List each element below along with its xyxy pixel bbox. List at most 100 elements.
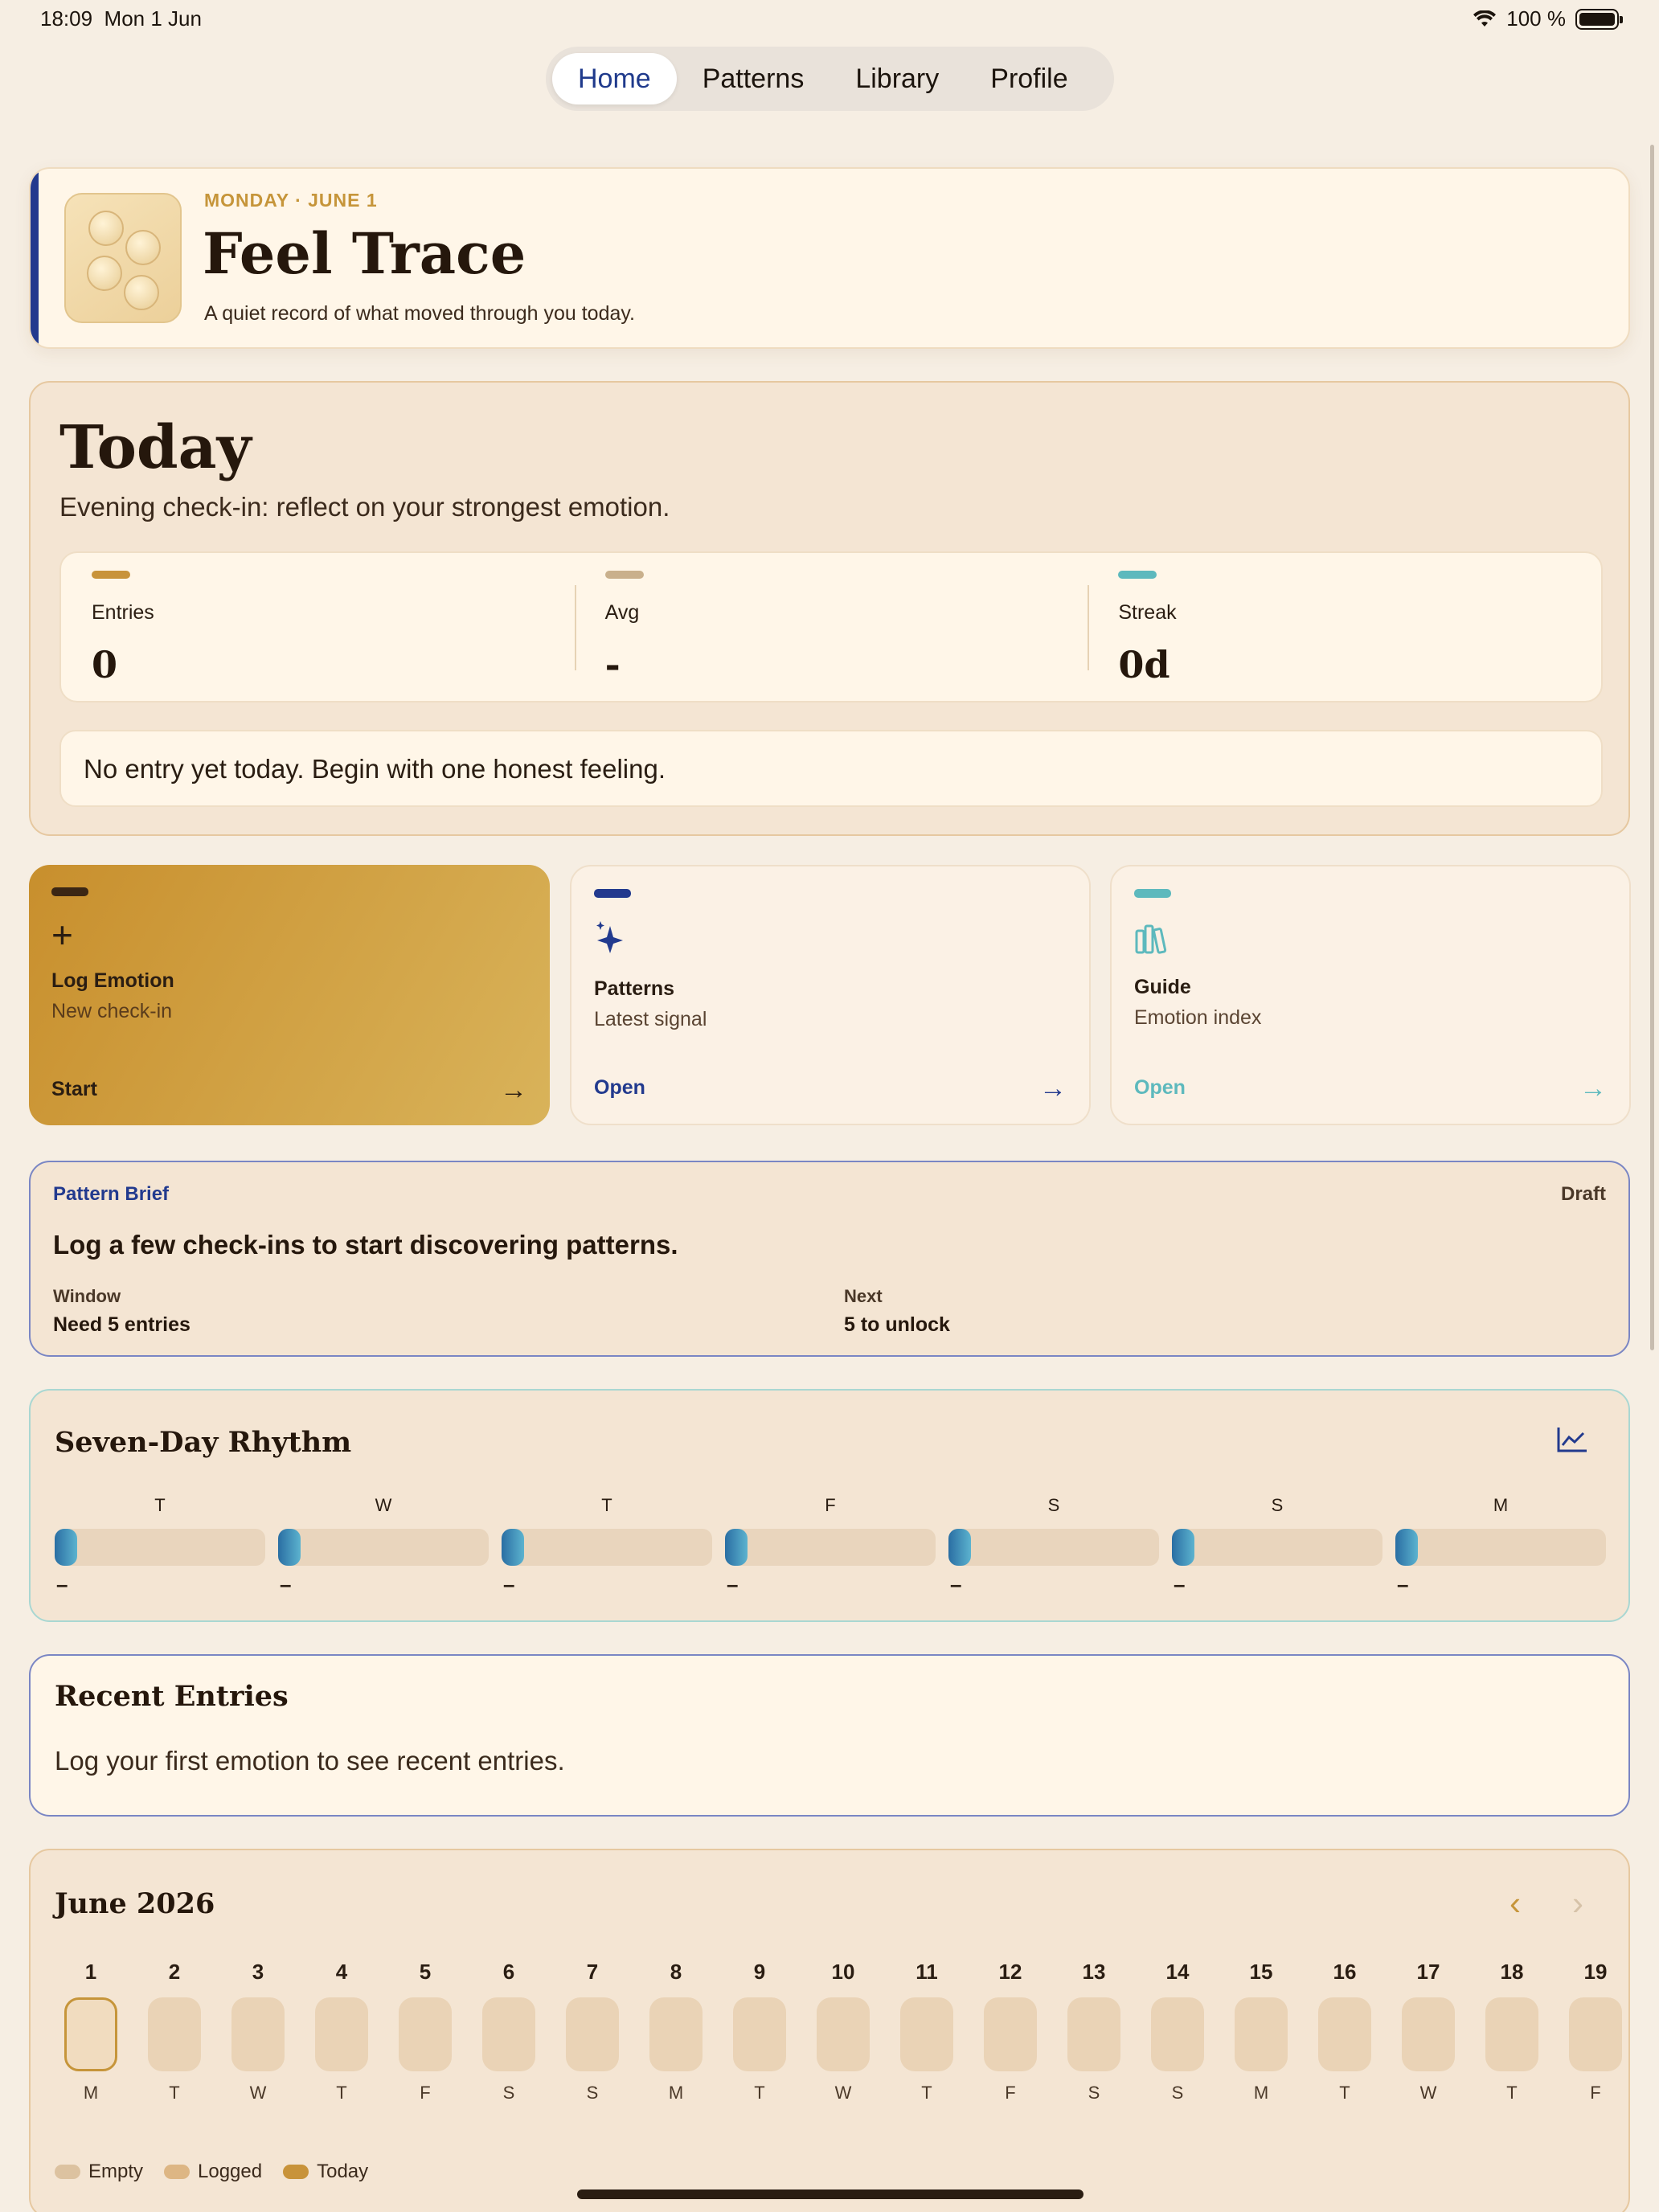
calendar-day[interactable]: 7S [564, 1960, 621, 2103]
rhythm-day[interactable]: S – [948, 1495, 1159, 1597]
calendar-day[interactable]: 3W [230, 1960, 286, 2103]
calendar-day-cell[interactable] [1235, 1997, 1288, 2071]
home-indicator[interactable] [577, 2189, 1083, 2199]
calendar-day-cell[interactable] [1485, 1997, 1538, 2071]
day-level [948, 1529, 971, 1566]
recent-entries-card: Recent Entries Log your first emotion to… [29, 1654, 1630, 1817]
day-value: – [950, 1572, 962, 1596]
calendar-day-today[interactable]: 1M [63, 1960, 119, 2103]
brief-label: Pattern Brief [53, 1183, 170, 1205]
calendar-month-title: June 2026 [55, 1887, 215, 1920]
rhythm-day[interactable]: M – [1395, 1495, 1606, 1597]
calendar-day[interactable]: 17 W [1400, 1960, 1456, 2103]
calendar-day[interactable]: 16 T [1317, 1960, 1373, 2103]
calendar-day-cell[interactable] [649, 1997, 703, 2071]
calendar-day[interactable]: 14 S [1149, 1960, 1206, 2103]
calendar-day[interactable]: 2T [146, 1960, 203, 2103]
calendar-day-cell[interactable] [984, 1997, 1037, 2071]
calendar-day[interactable]: 15 M [1233, 1960, 1289, 2103]
day-track [55, 1529, 265, 1566]
day-value: – [280, 1572, 292, 1596]
calendar-day-number: 11 [916, 1960, 938, 1984]
calendar-weekday: M [83, 2083, 99, 2103]
legend-swatch [164, 2165, 190, 2179]
day-level [502, 1529, 524, 1566]
tab-home[interactable]: Home [552, 53, 677, 104]
day-value: – [727, 1572, 739, 1596]
calendar-day-cell[interactable] [733, 1997, 786, 2071]
calendar-day[interactable]: 18 T [1484, 1960, 1540, 2103]
open-guide-button[interactable]: Open [1134, 1076, 1186, 1100]
calendar-day[interactable]: 11 T [899, 1960, 955, 2103]
rhythm-day[interactable]: S – [1172, 1495, 1382, 1597]
calendar-day-cell[interactable] [1402, 1997, 1455, 2071]
calendar-weekday: S [1171, 2083, 1184, 2103]
calendar-day-number: 15 [1249, 1960, 1273, 1984]
chevron-left-icon[interactable]: ‹ [1509, 1884, 1521, 1923]
calendar-day-cell[interactable] [64, 1997, 117, 2071]
legend-label: Today [317, 2161, 369, 2182]
stat-label: Avg [604, 601, 640, 624]
calendar-day[interactable]: 9T [731, 1960, 788, 2103]
patterns-card[interactable]: Patterns Latest signal Open → [570, 865, 1091, 1125]
calendar-day[interactable]: 8M [648, 1960, 704, 2103]
brief-next-label: Next [844, 1286, 883, 1306]
rhythm-day[interactable]: T – [502, 1495, 712, 1597]
stats-panel: Entries 0 Avg - Streak 0d [59, 551, 1603, 703]
calendar-day-cell[interactable] [1569, 1997, 1622, 2071]
plus-icon: + [51, 914, 73, 956]
calendar-day-number: 13 [1082, 1960, 1106, 1984]
calendar-day[interactable]: 12 F [982, 1960, 1038, 2103]
calendar-weekday: T [1506, 2083, 1518, 2103]
calendar-day-cell[interactable] [399, 1997, 452, 2071]
calendar-day-cell[interactable] [817, 1997, 870, 2071]
open-patterns-button[interactable]: Open [594, 1076, 645, 1100]
calendar-day[interactable]: 10 W [815, 1960, 871, 2103]
chevron-right-icon[interactable]: › [1572, 1884, 1583, 1923]
tab-patterns[interactable]: Patterns [677, 53, 830, 104]
today-card: Today Evening check-in: reflect on your … [29, 381, 1630, 836]
pattern-brief-card[interactable]: Pattern Brief Draft Log a few check-ins … [29, 1161, 1630, 1357]
wifi-icon [1473, 10, 1497, 27]
tab-bar: Home Patterns Library Profile [546, 47, 1114, 111]
stat-label: Entries [92, 601, 154, 624]
arrow-right-icon: → [1039, 1073, 1067, 1104]
calendar-day-cell[interactable] [315, 1997, 368, 2071]
legend-empty: Empty [55, 2161, 143, 2183]
calendar-day-cell[interactable] [566, 1997, 619, 2071]
rhythm-day[interactable]: W – [278, 1495, 489, 1597]
calendar-day-cell[interactable] [148, 1997, 201, 2071]
legend-label: Empty [88, 2161, 144, 2182]
status-date: Mon 1 Jun [104, 6, 202, 31]
calendar-day-cell[interactable] [1067, 1997, 1120, 2071]
calendar-day-cell[interactable] [231, 1997, 285, 2071]
calendar-day-cell[interactable] [1318, 1997, 1371, 2071]
calendar-day-number: 5 [419, 1960, 432, 1984]
rhythm-day[interactable]: F – [725, 1495, 936, 1597]
calendar-day[interactable]: 19 F [1567, 1960, 1624, 2103]
calendar-day[interactable]: 13 S [1066, 1960, 1122, 2103]
calendar-day-cell[interactable] [1151, 1997, 1204, 2071]
brief-next-value: 5 to unlock [844, 1313, 950, 1336]
tab-profile[interactable]: Profile [965, 53, 1093, 104]
day-level [1172, 1529, 1194, 1566]
header-date: MONDAY · JUNE 1 [204, 190, 378, 211]
day-level [725, 1529, 748, 1566]
tab-library[interactable]: Library [830, 53, 965, 104]
calendar-day[interactable]: 6S [481, 1960, 537, 2103]
today-title: Today [59, 413, 252, 482]
day-letter: M [1493, 1495, 1509, 1515]
calendar-day[interactable]: 5F [397, 1960, 453, 2103]
calendar-day-cell[interactable] [482, 1997, 535, 2071]
calendar-day[interactable]: 4T [313, 1960, 370, 2103]
card-subtitle: Emotion index [1134, 1006, 1262, 1029]
calendar-strip: 1 M 2 T 3 W 4 T 5 F 6 S 7 S 8 M 9 T 10 W 11 T 12 F 13 S 14 S 15 M 16 T 1… [63, 1960, 1628, 2161]
stat-entries-bar [92, 571, 130, 579]
rhythm-day[interactable]: T – [55, 1495, 265, 1597]
start-button[interactable]: Start [51, 1078, 97, 1101]
guide-card[interactable]: Guide Emotion index Open → [1110, 865, 1631, 1125]
line-chart-icon[interactable] [1556, 1426, 1588, 1457]
scrollbar[interactable] [1650, 145, 1654, 1350]
log-emotion-card[interactable]: + Log Emotion New check-in Start → [29, 865, 550, 1125]
calendar-day-cell[interactable] [900, 1997, 953, 2071]
